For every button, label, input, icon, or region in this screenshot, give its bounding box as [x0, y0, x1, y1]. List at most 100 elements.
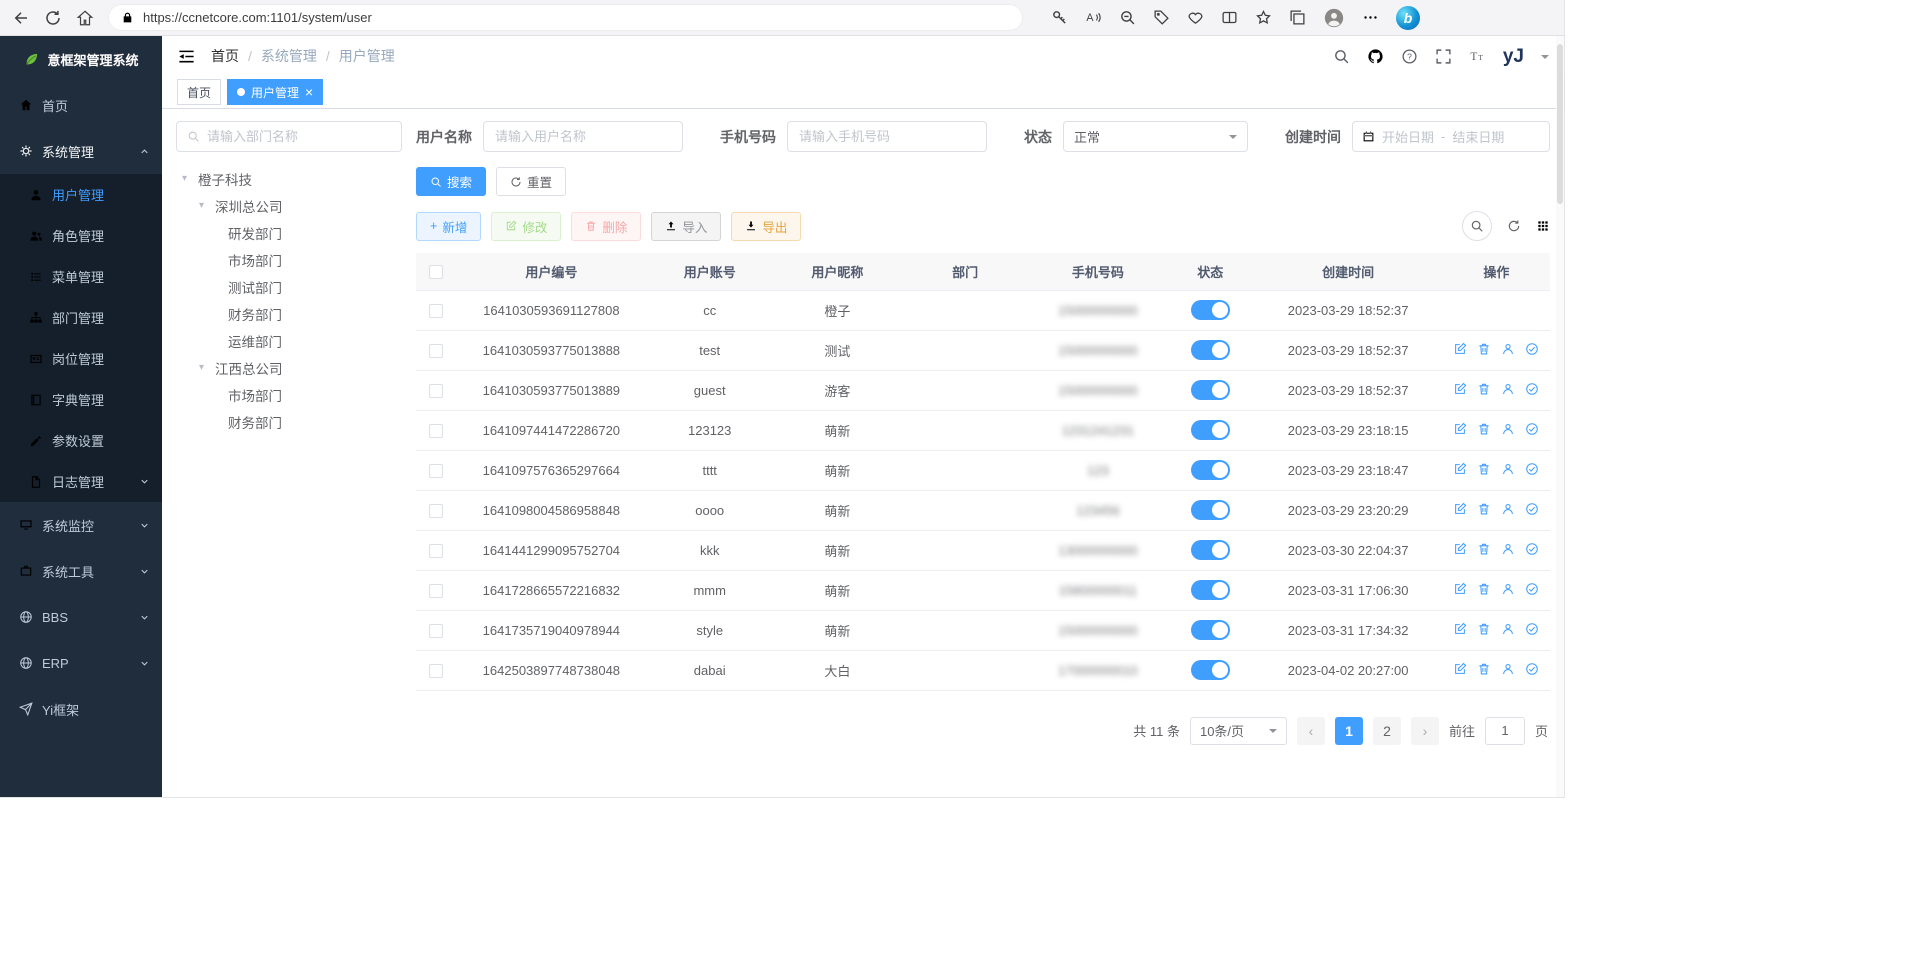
row-assign-role-icon[interactable] [1525, 542, 1539, 556]
goto-page-input[interactable] [1485, 717, 1525, 745]
row-assign-role-icon[interactable] [1525, 462, 1539, 476]
read-aloud-icon[interactable] [1085, 9, 1102, 26]
status-toggle[interactable] [1191, 580, 1230, 600]
page-button-1[interactable]: 1 [1335, 717, 1363, 745]
sidebar-fold-icon[interactable] [177, 47, 196, 66]
date-range-picker[interactable]: 开始日期 - 结束日期 [1352, 121, 1550, 152]
row-delete-icon[interactable] [1477, 382, 1491, 396]
status-toggle[interactable] [1191, 540, 1230, 560]
profile-avatar[interactable] [1323, 7, 1345, 29]
phone-input[interactable] [787, 121, 987, 152]
row-reset-password-icon[interactable] [1501, 662, 1515, 676]
status-toggle[interactable] [1191, 500, 1230, 520]
close-icon[interactable]: × [305, 85, 313, 99]
scrollbar-thumb[interactable] [1557, 44, 1563, 204]
tree-node[interactable]: ▾深圳总公司 [176, 192, 402, 219]
back-icon[interactable] [12, 9, 30, 27]
column-grid-icon[interactable] [1536, 219, 1550, 233]
status-select[interactable]: 正常 [1063, 121, 1248, 152]
row-assign-role-icon[interactable] [1525, 662, 1539, 676]
github-icon[interactable] [1367, 48, 1384, 65]
select-all-checkbox[interactable] [429, 265, 443, 279]
row-edit-icon[interactable] [1453, 382, 1467, 396]
status-toggle[interactable] [1191, 380, 1230, 400]
tree-node[interactable]: 市场部门 [176, 381, 402, 408]
page-button-2[interactable]: 2 [1373, 717, 1401, 745]
row-checkbox[interactable] [429, 464, 443, 478]
tree-node[interactable]: 市场部门 [176, 246, 402, 273]
row-edit-icon[interactable] [1453, 662, 1467, 676]
row-delete-icon[interactable] [1477, 662, 1491, 676]
row-checkbox[interactable] [429, 344, 443, 358]
tab-user-management[interactable]: 用户管理 × [227, 79, 323, 105]
caret-icon[interactable]: ▾ [199, 362, 210, 373]
row-edit-icon[interactable] [1453, 342, 1467, 356]
collections-icon[interactable] [1289, 9, 1306, 26]
row-checkbox[interactable] [429, 304, 443, 318]
row-reset-password-icon[interactable] [1501, 582, 1515, 596]
sidebar-item-system-monitor[interactable]: 系统监控 [0, 502, 162, 548]
row-reset-password-icon[interactable] [1501, 382, 1515, 396]
export-button[interactable]: 导出 [731, 212, 801, 241]
help-icon[interactable] [1401, 48, 1418, 65]
sidebar-item-erp[interactable]: ERP [0, 640, 162, 686]
page-size-select[interactable]: 10条/页 [1190, 717, 1287, 745]
row-delete-icon[interactable] [1477, 502, 1491, 516]
fullscreen-icon[interactable] [1435, 48, 1452, 65]
row-assign-role-icon[interactable] [1525, 502, 1539, 516]
sidebar-item-system-tools[interactable]: 系统工具 [0, 548, 162, 594]
row-checkbox[interactable] [429, 504, 443, 518]
row-delete-icon[interactable] [1477, 582, 1491, 596]
status-toggle[interactable] [1191, 660, 1230, 680]
row-delete-icon[interactable] [1477, 542, 1491, 556]
row-checkbox[interactable] [429, 384, 443, 398]
tree-node[interactable]: 财务部门 [176, 408, 402, 435]
browser-home-icon[interactable] [76, 9, 94, 27]
sidebar-item-role-management[interactable]: 角色管理 [0, 215, 162, 256]
tree-node[interactable]: ▾江西总公司 [176, 354, 402, 381]
row-delete-icon[interactable] [1477, 622, 1491, 636]
favorites-icon[interactable] [1255, 9, 1272, 26]
row-delete-icon[interactable] [1477, 422, 1491, 436]
sidebar-item-user-management[interactable]: 用户管理 [0, 174, 162, 215]
row-assign-role-icon[interactable] [1525, 622, 1539, 636]
caret-down-icon[interactable] [1541, 55, 1549, 63]
username-input[interactable] [483, 121, 683, 152]
split-screen-icon[interactable] [1221, 9, 1238, 26]
row-reset-password-icon[interactable] [1501, 342, 1515, 356]
toggle-search-button[interactable] [1462, 211, 1492, 241]
sidebar-item-dict-management[interactable]: 字典管理 [0, 379, 162, 420]
date-start-placeholder[interactable]: 开始日期 [1382, 127, 1434, 146]
breadcrumb-home[interactable]: 首页 [211, 46, 239, 66]
row-checkbox[interactable] [429, 624, 443, 638]
add-button[interactable]: + 新增 [416, 212, 481, 241]
reload-icon[interactable] [44, 9, 62, 27]
bing-icon[interactable]: b [1396, 6, 1420, 30]
font-size-icon[interactable] [1469, 48, 1486, 65]
tree-node[interactable]: ▾橙子科技 [176, 165, 402, 192]
password-key-icon[interactable] [1051, 9, 1068, 26]
caret-icon[interactable]: ▾ [182, 173, 193, 184]
row-reset-password-icon[interactable] [1501, 542, 1515, 556]
sidebar-item-post-management[interactable]: 岗位管理 [0, 338, 162, 379]
row-edit-icon[interactable] [1453, 542, 1467, 556]
row-edit-icon[interactable] [1453, 622, 1467, 636]
user-avatar-logo[interactable]: yJ [1503, 47, 1524, 66]
row-edit-icon[interactable] [1453, 582, 1467, 596]
sidebar-item-menu-management[interactable]: 菜单管理 [0, 256, 162, 297]
import-button[interactable]: 导入 [651, 212, 721, 241]
status-toggle[interactable] [1191, 620, 1230, 640]
caret-icon[interactable]: ▾ [199, 200, 210, 211]
sidebar-item-dept-management[interactable]: 部门管理 [0, 297, 162, 338]
refresh-table-icon[interactable] [1507, 219, 1521, 233]
address-bar[interactable]: https://ccnetcore.com:1101/system/user [108, 4, 1023, 31]
edit-button[interactable]: 修改 [491, 212, 561, 241]
url-text[interactable]: https://ccnetcore.com:1101/system/user [143, 10, 372, 25]
row-assign-role-icon[interactable] [1525, 422, 1539, 436]
row-reset-password-icon[interactable] [1501, 422, 1515, 436]
tab-home[interactable]: 首页 [177, 79, 221, 105]
row-checkbox[interactable] [429, 664, 443, 678]
shopping-icon[interactable] [1153, 9, 1170, 26]
tree-node[interactable]: 财务部门 [176, 300, 402, 327]
breadcrumb-system[interactable]: 系统管理 [261, 46, 317, 66]
